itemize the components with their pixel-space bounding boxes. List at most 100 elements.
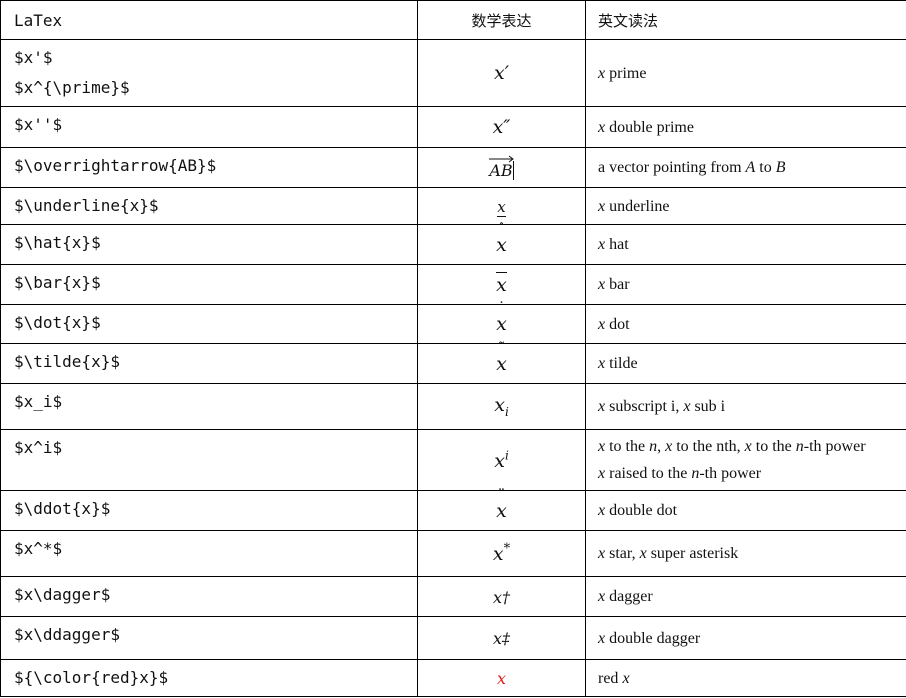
table-row: $x''$ x″ x double prime: [0, 106, 906, 148]
math-text: x‡: [492, 629, 511, 648]
latex-code: $\bar{x}$: [0, 264, 418, 305]
latex-code: $x\dagger$: [0, 576, 418, 617]
latex-code: $\underline{x}$: [0, 187, 418, 225]
latex-reference-table: LaTex 数学表达 英文读法 $x'$ $x^{\prime}$ x′ x p…: [0, 0, 906, 697]
english-reading: x bar: [585, 264, 906, 305]
table-row: $\underline{x}$ x x underline: [0, 187, 906, 225]
table-row: $x\dagger$ x† x dagger: [0, 576, 906, 617]
english-reading: a vector pointing from A to B: [585, 147, 906, 188]
math-expression: xi: [417, 383, 586, 430]
table-row: $x'$ $x^{\prime}$ x′ x prime: [0, 39, 906, 107]
latex-code: $\overrightarrow{AB}$: [0, 147, 418, 188]
latex-code: $x^i$: [0, 429, 418, 491]
table-row: $\bar{x}$ x x bar: [0, 264, 906, 305]
math-expression: xi: [417, 429, 586, 491]
english-text: x bar: [598, 276, 630, 293]
table-row: $x^i$ xi x to the n, x to the nth, x to …: [0, 429, 906, 491]
table-row: $\overrightarrow{AB}$ AB a vector pointi…: [0, 147, 906, 188]
english-text: a vector pointing from A to B: [598, 159, 786, 176]
math-text: x″: [492, 116, 511, 138]
math-expression: AB: [417, 147, 586, 188]
double-dot-mark: ¨: [497, 485, 506, 504]
header-row: LaTex 数学表达 英文读法: [0, 0, 906, 40]
english-text: x star, x super asterisk: [598, 545, 739, 562]
latex-code: $x^*$: [0, 530, 418, 577]
math-expression: ˙ x: [417, 301, 586, 344]
math-text: x: [497, 198, 506, 217]
english-reading: x underline: [585, 187, 906, 225]
english-text: x tilde: [598, 355, 638, 372]
latex-code: $\ddot{x}$: [0, 490, 418, 531]
english-text: x hat: [598, 236, 629, 253]
english-reading: x dot: [585, 304, 906, 344]
latex-code: $x\ddagger$: [0, 616, 418, 660]
vector-expression: AB: [489, 155, 515, 180]
accented-x: ˆx: [496, 221, 507, 256]
header-latex: LaTex: [0, 0, 418, 40]
math-expression: ˆx: [417, 221, 586, 265]
english-text: x prime: [598, 64, 647, 82]
right-arrow-icon: [489, 155, 515, 162]
math-expression: x: [417, 659, 586, 697]
english-reading: x double prime: [585, 106, 906, 148]
table-row: ${\color{red}x}$ x red x: [0, 659, 906, 697]
english-reading: x hat: [585, 224, 906, 265]
accented-x: ˙ x: [496, 301, 507, 336]
english-text: red x: [598, 669, 630, 687]
hat-mark: ˆ: [497, 219, 506, 238]
tilde-mark: ˜: [497, 338, 506, 357]
english-reading: x double dot: [585, 490, 906, 531]
english-text: x to the n, x to the nth, x to the n-th …: [598, 438, 866, 482]
math-text: x′: [493, 62, 510, 84]
english-reading: x subscript i, x sub i: [585, 383, 906, 430]
english-text: x subscript i, x sub i: [598, 398, 726, 415]
accented-x: ¨ x: [496, 487, 507, 522]
latex-code: $\tilde{x}$: [0, 343, 418, 384]
english-reading: x double dagger: [585, 616, 906, 660]
english-text: x dagger: [598, 588, 653, 605]
latex-code: $\dot{x}$: [0, 304, 418, 344]
english-text: x double dagger: [598, 629, 701, 647]
latex-code: ${\color{red}x}$: [0, 659, 418, 697]
math-text: xi: [494, 394, 509, 419]
accented-x: ˜ x: [496, 340, 507, 375]
english-text: x dot: [598, 315, 630, 333]
math-text: x: [496, 669, 507, 688]
english-reading: x tilde: [585, 343, 906, 384]
math-expression: x″: [417, 106, 586, 148]
latex-code: $\hat{x}$: [0, 224, 418, 265]
math-text: x*: [492, 541, 511, 566]
math-expression: ˜ x: [417, 340, 586, 384]
table-row: $\hat{x}$ ˆx x hat: [0, 221, 906, 265]
english-text: x double dot: [598, 502, 678, 519]
header-math: 数学表达: [417, 0, 586, 40]
math-text: x: [496, 271, 507, 296]
math-expression: x′: [417, 39, 586, 107]
table-row: $\ddot{x}$ ¨ x x double dot: [0, 487, 906, 531]
english-reading: x dagger: [585, 576, 906, 617]
english-text: x double prime: [598, 118, 694, 136]
table-row: $x\ddagger$ x‡ x double dagger: [0, 616, 906, 660]
latex-code: $x_i$: [0, 383, 418, 430]
math-expression: x†: [417, 576, 586, 617]
english-reading: red x: [585, 659, 906, 697]
math-text: xi: [494, 448, 509, 472]
math-text: x†: [492, 587, 511, 607]
latex-code: $x''$: [0, 106, 418, 148]
math-text: AB: [489, 160, 514, 180]
math-expression: ¨ x: [417, 487, 586, 531]
header-english: 英文读法: [585, 0, 906, 40]
table-row: $x^*$ x* x star, x super asterisk: [0, 530, 906, 577]
latex-code: $x'$ $x^{\prime}$: [0, 39, 418, 107]
math-expression: x‡: [417, 616, 586, 660]
table-row: $\tilde{x}$ ˜ x x tilde: [0, 340, 906, 384]
english-reading: x prime: [585, 39, 906, 107]
table-row: $x_i$ xi x subscript i, x sub i: [0, 383, 906, 430]
table-row: $\dot{x}$ ˙ x x dot: [0, 301, 906, 344]
english-reading: x to the n, x to the nth, x to the n-th …: [585, 429, 906, 491]
english-text: x underline: [598, 197, 670, 215]
dot-mark: ˙: [497, 299, 506, 317]
english-reading: x star, x super asterisk: [585, 530, 906, 577]
math-expression: x*: [417, 530, 586, 577]
math-expression: x: [417, 187, 586, 225]
